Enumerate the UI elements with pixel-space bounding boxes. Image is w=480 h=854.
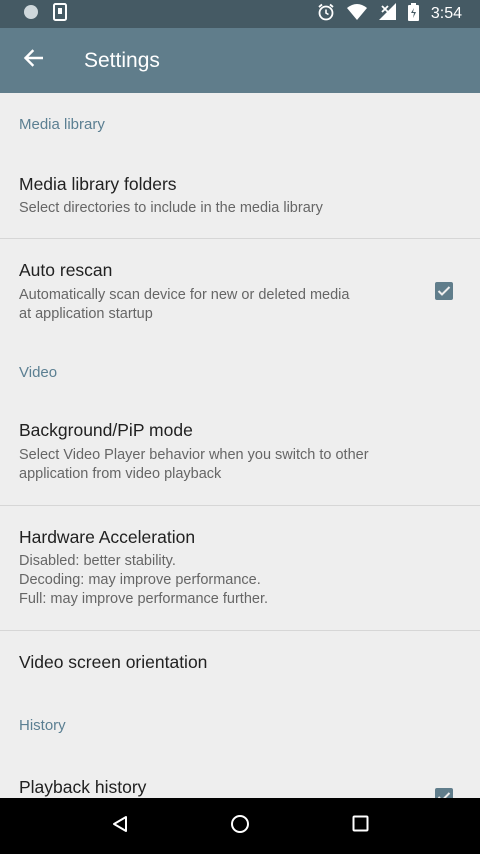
pref-summary-line: Decoding: may improve performance. [19, 572, 261, 588]
category-history: History [19, 716, 66, 734]
pref-title: Background/PiP mode [19, 420, 193, 440]
pref-summary: Select directories to include in the med… [19, 199, 323, 216]
pref-summary-line: at application startup [19, 305, 153, 322]
nav-home-button[interactable] [210, 798, 270, 854]
pref-title: Video screen orientation [19, 652, 208, 672]
pref-hardware-acceleration[interactable]: Hardware Acceleration Disabled: better s… [0, 506, 480, 630]
signal-icon [378, 3, 396, 25]
circle-notification-icon [23, 4, 39, 25]
settings-list[interactable]: Media library Media library folders Sele… [0, 93, 480, 798]
arrow-back-icon [23, 49, 44, 72]
category-media-library: Media library [19, 115, 105, 133]
nav-back-button[interactable] [90, 798, 150, 854]
auto-rescan-checkbox[interactable] [435, 282, 453, 300]
pref-summary-line: Disabled: better stability. [19, 553, 176, 569]
pref-summary: Automatically scan device for new or del… [19, 286, 461, 324]
pref-video-screen-orientation[interactable]: Video screen orientation [0, 631, 480, 694]
pref-summary-line: Automatically scan device for new or del… [19, 286, 350, 303]
status-time: 3:54 [430, 5, 462, 22]
pref-title: Auto rescan [19, 259, 113, 280]
pref-summary-line: application from video playback [19, 466, 222, 482]
sim-notification-icon [53, 2, 67, 26]
pref-title: Playback history [19, 777, 147, 797]
checkmark-icon [437, 286, 451, 296]
back-button[interactable] [0, 28, 66, 93]
playback-history-checkbox[interactable] [435, 788, 453, 798]
status-bar: 3:54 [0, 0, 480, 28]
checkmark-icon [437, 792, 451, 798]
pref-background-pip-mode[interactable]: Background/PiP mode Select Video Player … [0, 399, 480, 505]
wifi-icon [346, 3, 367, 25]
pref-auto-rescan[interactable]: Auto rescan Automatically scan device fo… [0, 239, 480, 344]
home-circle-icon [230, 814, 250, 839]
category-video: Video [19, 364, 58, 381]
pref-summary-line: Select Video Player behavior when you sw… [19, 447, 369, 463]
pref-summary: Disabled: better stability. Decoding: ma… [19, 552, 461, 609]
pref-summary-line: Full: may improve performance further. [19, 591, 269, 607]
alarm-icon [317, 3, 335, 26]
pref-title: Media library folders [19, 173, 177, 194]
navigation-bar [0, 798, 480, 854]
recents-square-icon [352, 815, 369, 837]
back-triangle-icon [111, 815, 129, 838]
page-title: Settings [84, 48, 160, 72]
pref-playback-history[interactable]: Playback history [0, 754, 480, 798]
pref-media-library-folders[interactable]: Media library folders Select directories… [0, 153, 480, 238]
battery-icon [407, 2, 419, 26]
pref-title: Hardware Acceleration [19, 527, 196, 547]
app-bar: Settings [0, 28, 480, 93]
pref-summary: Select Video Player behavior when you sw… [19, 446, 461, 484]
nav-recents-button[interactable] [330, 798, 390, 854]
